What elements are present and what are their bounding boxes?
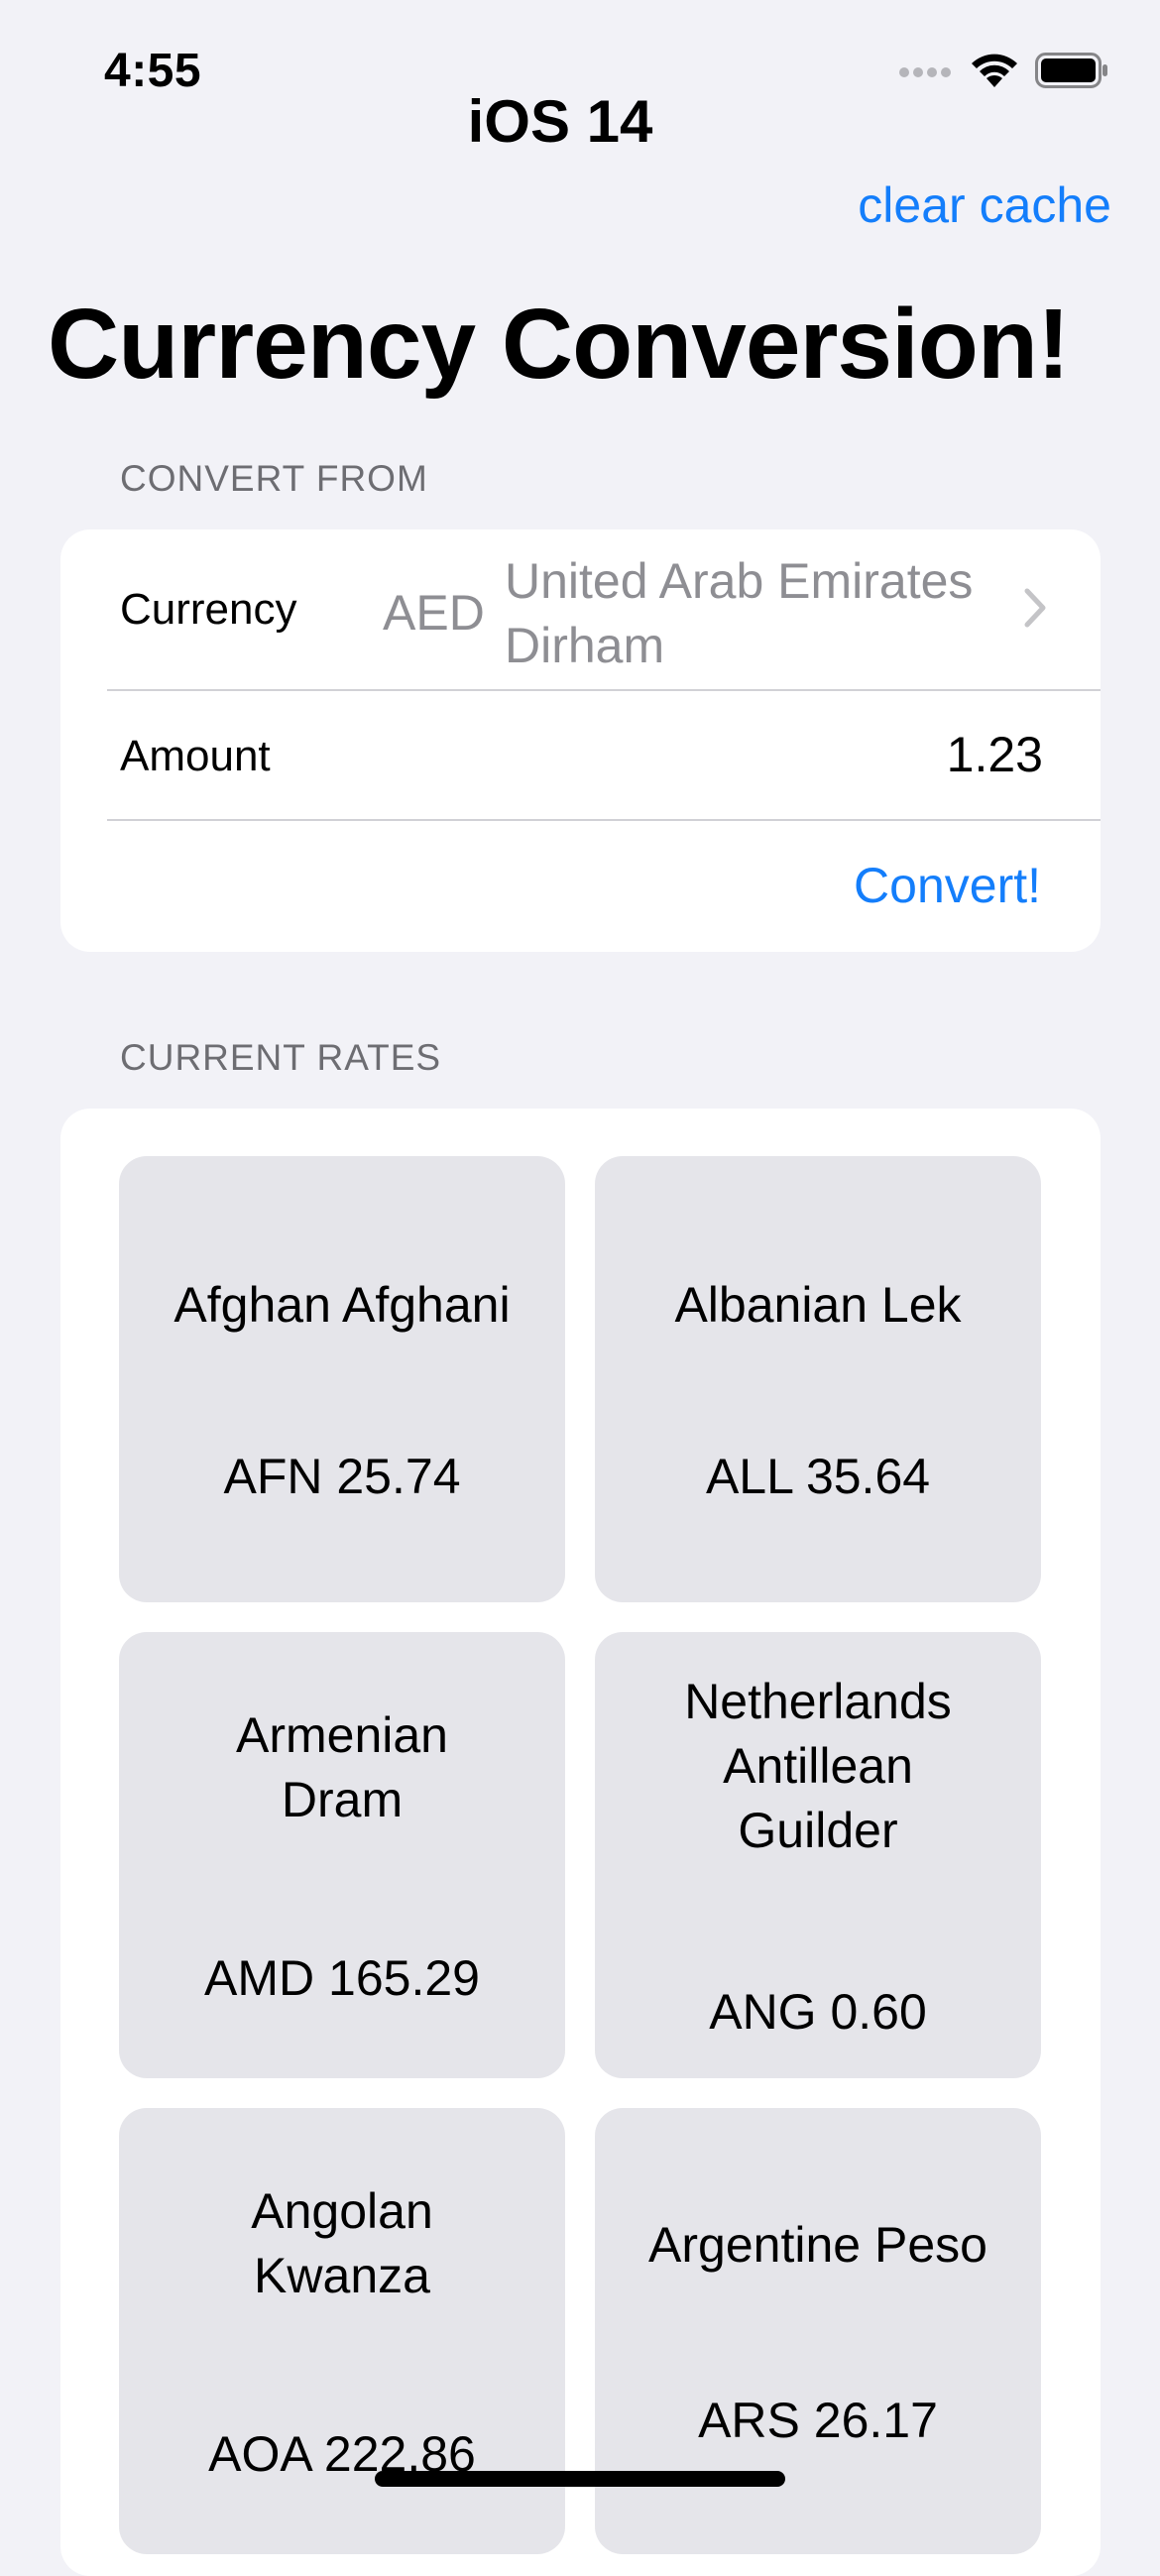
rate-tile[interactable]: Argentine Peso ARS 26.17 bbox=[595, 2108, 1041, 2554]
rate-tile-value: ALL 35.64 bbox=[705, 1449, 931, 1504]
rate-tile[interactable]: Netherlands Antillean Guilder ANG 0.60 bbox=[595, 1632, 1041, 2078]
rate-tile[interactable]: Afghan Afghani AFN 25.74 bbox=[119, 1156, 565, 1602]
page-title: Currency Conversion! bbox=[48, 289, 1070, 400]
rate-tile-name: Angolan Kwanza bbox=[251, 2183, 433, 2303]
rate-tile[interactable]: Armenian Dram AMD 165.29 bbox=[119, 1632, 565, 2078]
chevron-right-icon bbox=[1023, 587, 1047, 634]
rate-tile-name: Netherlands Antillean Guilder bbox=[684, 1674, 952, 1858]
rate-tile[interactable]: Angolan Kwanza AOA 222.86 bbox=[119, 2108, 565, 2554]
rate-tile[interactable]: Albanian Lek ALL 35.64 bbox=[595, 1156, 1041, 1602]
nav-title: iOS 14 bbox=[467, 88, 653, 155]
home-indicator bbox=[375, 2471, 785, 2487]
amount-label: Amount bbox=[120, 732, 271, 780]
current-rates-header: CURRENT RATES bbox=[120, 1037, 442, 1078]
rate-tile-value: AFN 25.74 bbox=[223, 1449, 461, 1504]
clear-cache-button[interactable]: clear cache bbox=[858, 176, 1111, 234]
cellular-signal-icon bbox=[898, 60, 954, 85]
rate-tile-value: ANG 0.60 bbox=[709, 1984, 927, 2040]
separator bbox=[107, 689, 1101, 691]
rate-tile-value: AMD 165.29 bbox=[204, 1950, 480, 2006]
rate-tile-value: ARS 26.17 bbox=[698, 2393, 938, 2448]
current-rates-card: Afghan Afghani AFN 25.74 Albanian Lek AL… bbox=[60, 1109, 1101, 2576]
currency-row[interactable]: Currency AED United Arab Emirates Dirham bbox=[60, 529, 1101, 690]
convert-button[interactable]: Convert! bbox=[854, 857, 1041, 914]
rate-tile-name: Armenian Dram bbox=[236, 1707, 448, 1827]
separator bbox=[107, 819, 1101, 821]
rate-tile-name: Afghan Afghani bbox=[174, 1277, 511, 1333]
currency-code: AED bbox=[383, 585, 485, 641]
convert-from-card: Currency AED United Arab Emirates Dirham… bbox=[60, 529, 1101, 952]
currency-name: United Arab Emirates Dirham bbox=[505, 553, 974, 673]
currency-label: Currency bbox=[120, 585, 297, 634]
rate-tile-name: Argentine Peso bbox=[648, 2217, 987, 2273]
convert-from-header: CONVERT FROM bbox=[120, 458, 428, 499]
amount-field[interactable]: 1.23 bbox=[947, 726, 1043, 783]
rate-tile-name: Albanian Lek bbox=[674, 1277, 962, 1333]
